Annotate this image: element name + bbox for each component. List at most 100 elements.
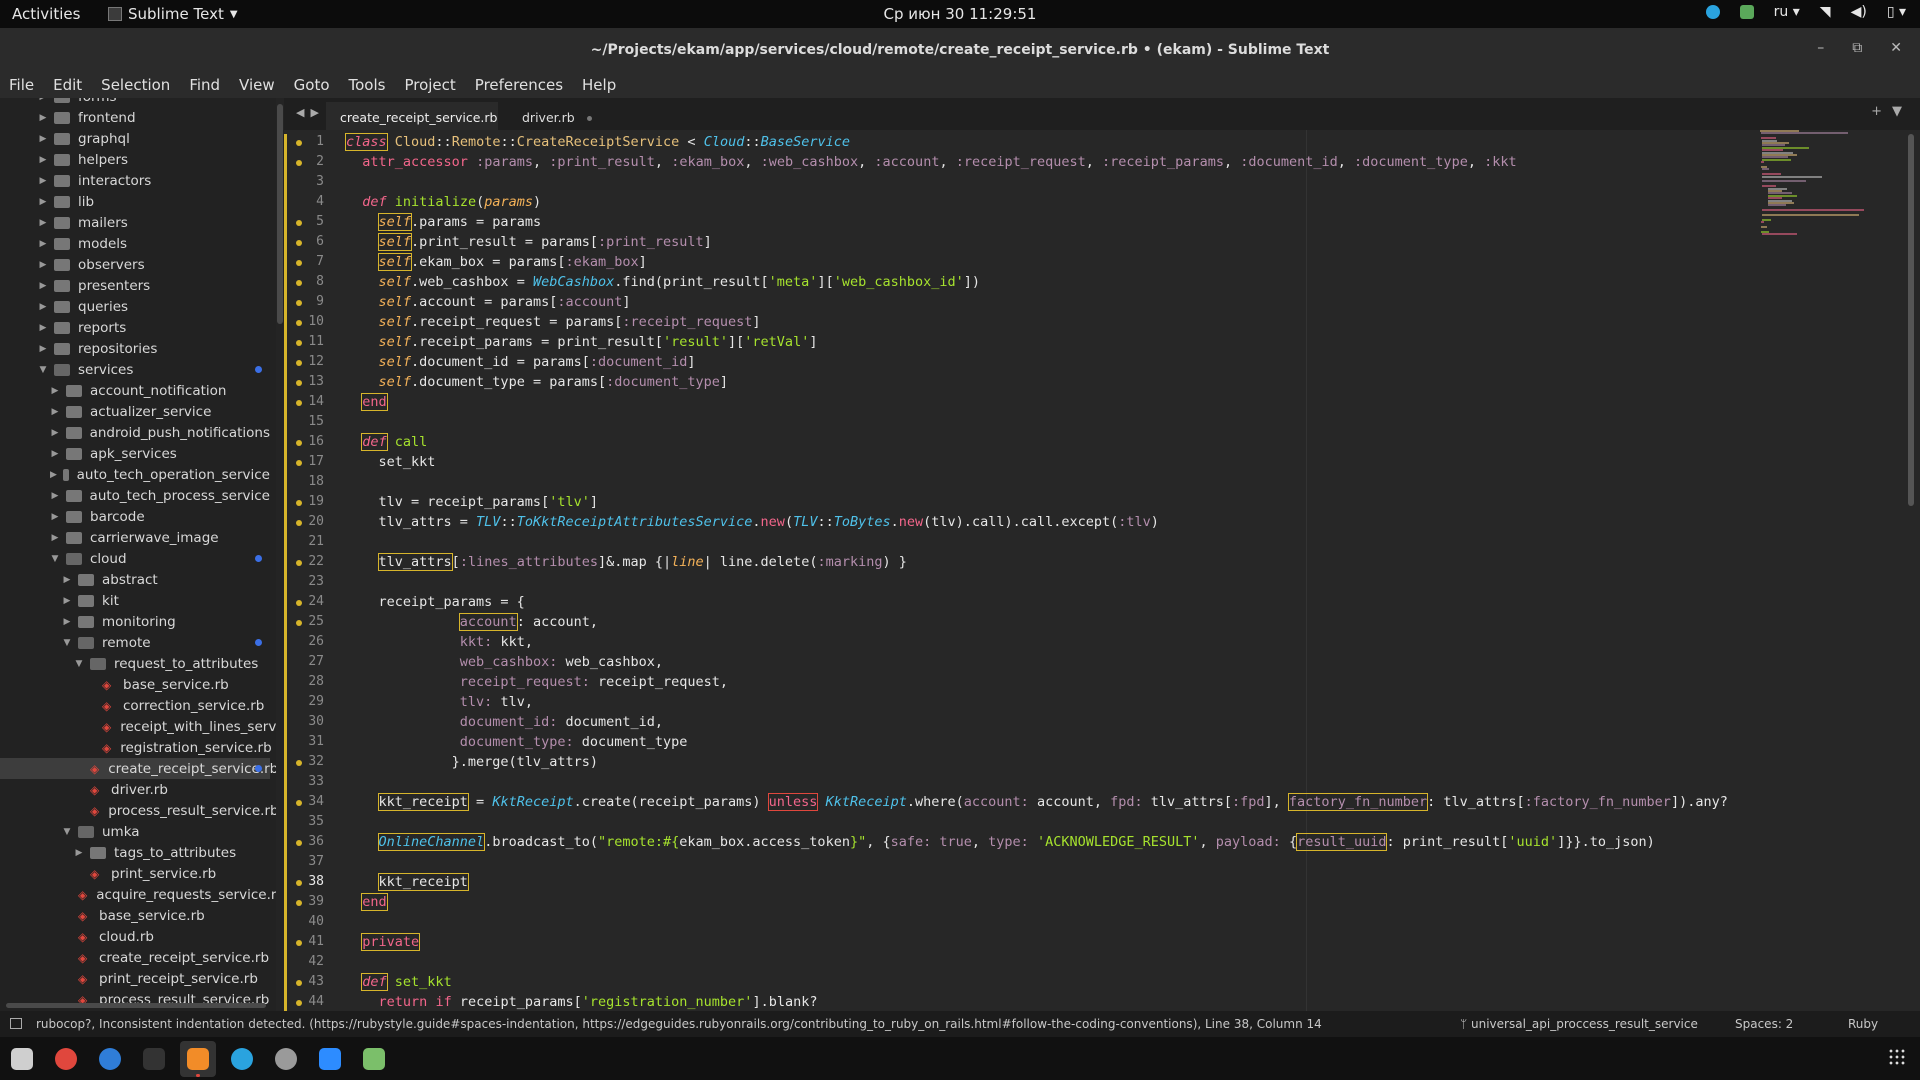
chevron-right-icon[interactable]: ▶ [50,407,60,417]
indentation-setting[interactable]: Spaces: 2 [1735,1017,1793,1031]
sidebar-folder[interactable]: ▼cloud [0,548,270,569]
chevron-down-icon[interactable]: ▼ [74,659,84,669]
sidebar-folder[interactable]: ▶kit [0,590,270,611]
sidebar-folder[interactable]: ▶android_push_notifications [0,422,270,443]
chrome-icon[interactable] [48,1041,84,1077]
chevron-right-icon[interactable]: ▶ [38,98,48,102]
settings-icon[interactable] [268,1041,304,1077]
editor-scrollbar[interactable] [1906,130,1916,1011]
sidebar-file[interactable]: ◈base_service.rb [0,674,270,695]
sidebar-file[interactable]: ◈print_service.rb [0,863,270,884]
sidebar-folder[interactable]: ▶tags_to_attributes [0,842,270,863]
sidebar-folder[interactable]: ▶apk_services [0,443,270,464]
maximize-icon[interactable]: ⧉ [1852,40,1862,56]
code-line[interactable]: self.document_type = params[:document_ty… [346,374,728,394]
sidebar-folder[interactable]: ▶observers [0,254,270,275]
clock[interactable]: Ср июн 30 11:29:51 [0,5,1920,23]
volume-icon[interactable]: ◀) [1851,4,1867,20]
code-line[interactable]: self.receipt_request = params[:receipt_r… [346,314,761,334]
tab-driver-rb[interactable]: driver.rb [508,102,628,130]
code-line[interactable]: set_kkt [346,454,435,474]
menu-help[interactable]: Help [581,72,626,98]
code-line[interactable]: self.print_result = params[:print_result… [346,234,712,254]
code-line[interactable]: self.params = params [346,214,541,234]
code-line[interactable]: self.web_cashbox = WebCashbox.find(print… [346,274,980,294]
chevron-right-icon[interactable]: ▶ [50,491,60,501]
tab-menu-icons[interactable]: +▼ [1871,104,1912,119]
chevron-down-icon[interactable]: ▼ [38,365,48,375]
chevron-right-icon[interactable]: ▶ [38,260,48,270]
chevron-right-icon[interactable]: ▶ [50,386,60,396]
tab-nav-arrows-icon[interactable]: ◀▶ [296,106,325,119]
zoom-icon[interactable] [312,1041,348,1077]
sidebar-folder[interactable]: ▶auto_tech_operation_service [0,464,270,485]
sidebar-folder[interactable]: ▶graphql [0,128,270,149]
sidebar-file[interactable]: ◈print_receipt_service.rb [0,968,270,989]
code-line[interactable]: self.account = params[:account] [346,294,631,314]
chevron-right-icon[interactable]: ▶ [62,596,72,606]
code-line[interactable]: def call [346,434,427,454]
sidebar-folder[interactable]: ▼remote [0,632,270,653]
chevron-right-icon[interactable]: ▶ [38,155,48,165]
teamviewer-icon[interactable] [92,1041,128,1077]
sidebar-folder[interactable]: ▶account_notification [0,380,270,401]
sidebar-folder[interactable]: ▶forms [0,98,270,107]
tab-create_receipt_service-rb[interactable]: create_receipt_service.rb [326,102,498,130]
code-line[interactable]: document_type: document_type [346,734,687,754]
code-line[interactable]: receipt_params = { [346,594,525,614]
sidebar-folder[interactable]: ▶actualizer_service [0,401,270,422]
files-icon[interactable] [4,1041,40,1077]
sidebar-scrollbar-thumb[interactable] [277,104,283,324]
sidebar-horizontal-scrollbar[interactable] [0,1002,270,1009]
sidebar-folder[interactable]: ▶queries [0,296,270,317]
sidebar-scrollbar[interactable] [276,98,284,1011]
menu-view[interactable]: View [238,72,285,98]
chevron-down-icon[interactable]: ▼ [50,554,60,564]
chevron-right-icon[interactable]: ▶ [38,113,48,123]
code-line[interactable]: kkt_receipt [346,874,468,894]
chevron-down-icon[interactable]: ▼ [62,827,72,837]
sidebar-file[interactable]: ◈base_service.rb [0,905,270,926]
chevron-down-icon[interactable]: ▼ [62,638,72,648]
editor-scrollbar-thumb[interactable] [1908,134,1914,506]
menu-find[interactable]: Find [188,72,230,98]
telegram-tray-icon[interactable] [1706,5,1720,19]
code-line[interactable]: self.ekam_box = params[:ekam_box] [346,254,647,274]
sidebar-file[interactable]: ◈cloud.rb [0,926,270,947]
chevron-right-icon[interactable]: ▶ [50,449,60,459]
git-branch[interactable]: ᛘ universal_api_proccess_result_service [1460,1017,1698,1031]
sidebar-file[interactable]: ◈correction_service.rb [0,695,270,716]
code-line[interactable]: self.receipt_params = print_result['resu… [346,334,817,354]
chevron-right-icon[interactable]: ▶ [62,617,72,627]
sidebar-folder[interactable]: ▶lib [0,191,270,212]
code-line[interactable]: tlv_attrs = TLV::ToKktReceiptAttributesS… [346,514,1159,534]
terminal-icon[interactable] [136,1041,172,1077]
telegram-icon[interactable] [224,1041,260,1077]
chevron-right-icon[interactable]: ▶ [50,470,57,480]
code-line[interactable]: tlv_attrs[:lines_attributes]&.map {|line… [346,554,907,574]
code-line[interactable]: self.document_id = params[:document_id] [346,354,696,374]
code-line[interactable]: account: account, [346,614,598,634]
code-line[interactable]: def initialize(params) [346,194,541,214]
sidebar-file[interactable]: ◈create_receipt_service.rb [0,947,270,968]
syntax-setting[interactable]: Ruby [1848,1017,1878,1031]
chevron-right-icon[interactable]: ▶ [38,218,48,228]
chevron-right-icon[interactable]: ▶ [74,848,84,858]
sidebar-file[interactable]: ◈receipt_with_lines_service [0,716,270,737]
sidebar-folder[interactable]: ▶carrierwave_image [0,527,270,548]
chevron-right-icon[interactable]: ▶ [62,575,72,585]
shield-tray-icon[interactable] [1740,5,1754,19]
chevron-right-icon[interactable]: ▶ [50,533,60,543]
sidebar-file[interactable]: ◈create_receipt_service.rb [0,758,270,779]
sidebar-file[interactable]: ◈process_result_service.rb [0,800,270,821]
code-line[interactable]: attr_accessor :params, :print_result, :e… [346,154,1517,174]
code-line[interactable]: OnlineChannel.broadcast_to("remote:#{eka… [346,834,1655,854]
sidebar-folder[interactable]: ▶presenters [0,275,270,296]
code-line[interactable]: def set_kkt [346,974,452,994]
sidebar-folder[interactable]: ▶interactors [0,170,270,191]
menu-goto[interactable]: Goto [293,72,340,98]
trash-icon[interactable] [356,1041,392,1077]
code-line[interactable]: end [346,394,387,414]
chevron-right-icon[interactable]: ▶ [38,302,48,312]
sidebar-folder[interactable]: ▶mailers [0,212,270,233]
